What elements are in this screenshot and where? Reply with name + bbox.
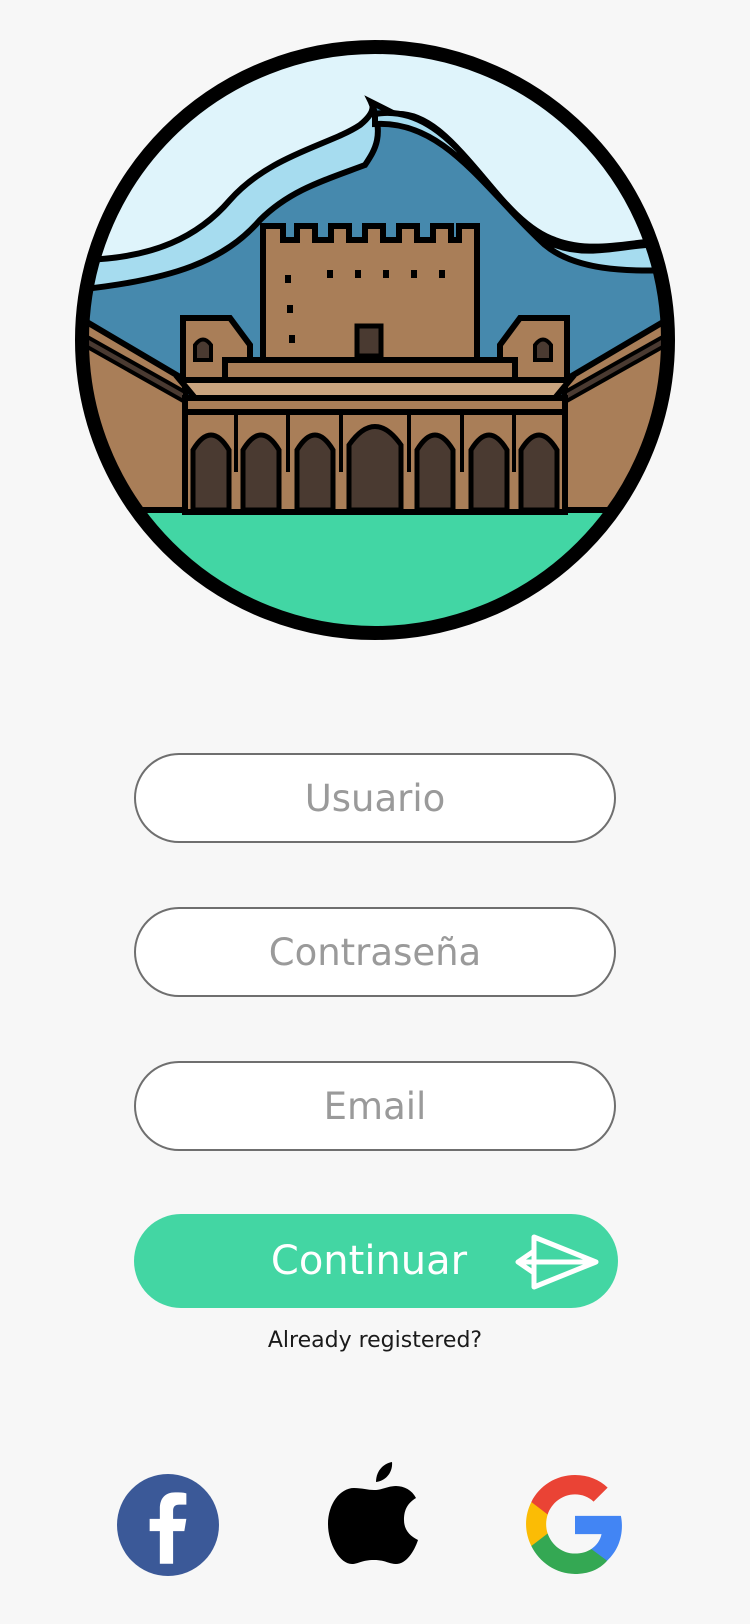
password-input[interactable] [134, 907, 616, 997]
facebook-icon[interactable] [117, 1474, 219, 1576]
apple-icon[interactable] [326, 1460, 420, 1566]
continue-button[interactable]: Continuar [134, 1214, 618, 1308]
google-icon[interactable] [524, 1474, 626, 1576]
email-input[interactable] [134, 1061, 616, 1151]
already-registered-link[interactable]: Already registered? [0, 1328, 750, 1353]
username-input[interactable] [134, 753, 616, 843]
alhambra-logo [75, 40, 675, 640]
paper-plane-icon [515, 1234, 599, 1290]
